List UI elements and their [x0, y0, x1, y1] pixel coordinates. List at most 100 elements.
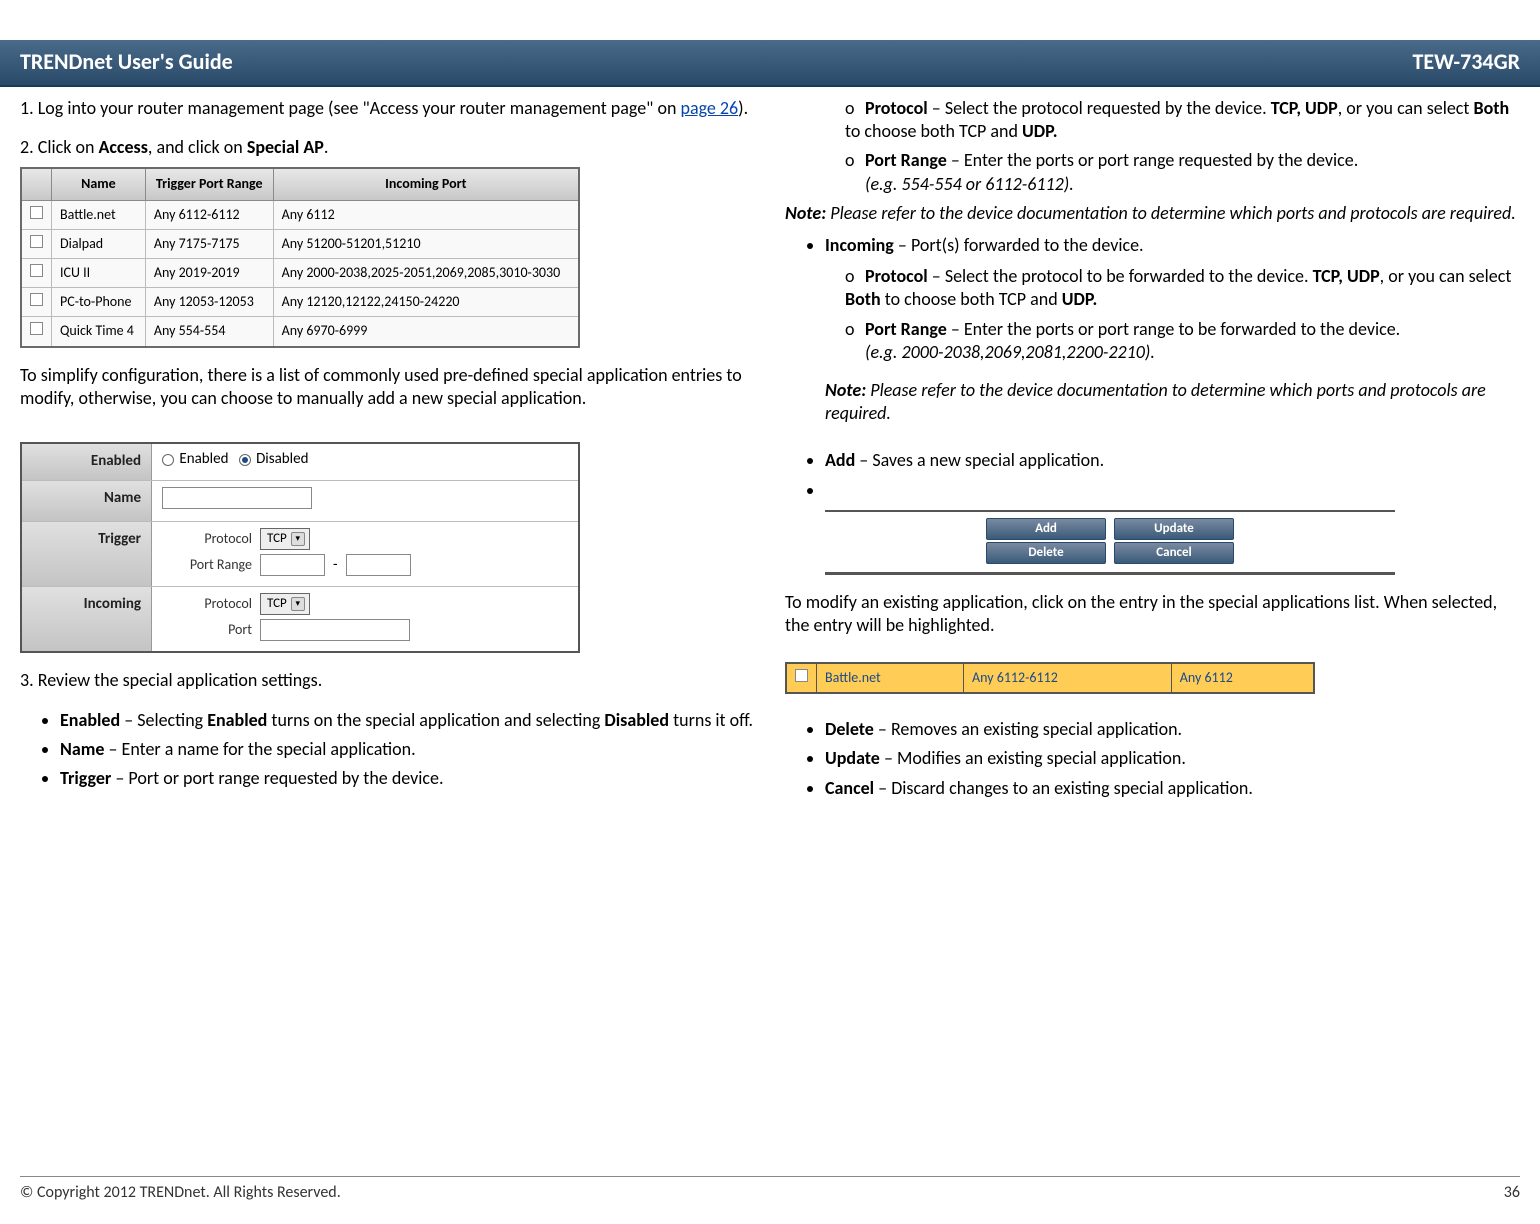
footer: © Copyright 2012 TRENDnet. All Rights Re…	[20, 1176, 1520, 1204]
col-trigger: Trigger Port Range	[145, 168, 273, 200]
add-bullets: Add – Saves a new special application.	[785, 449, 1520, 502]
cell-name: Quick Time 4	[52, 317, 146, 347]
row-checkbox[interactable]	[30, 235, 43, 248]
cell-trigger: Any 6112-6112	[145, 200, 273, 229]
cell-incoming: Any 12120,12122,24150-24220	[273, 288, 579, 317]
bullet-cancel: Cancel – Discard changes to an existing …	[825, 777, 1520, 800]
cell-trigger: Any 7175-7175	[145, 229, 273, 258]
bullet-enabled: Enabled – Selecting Enabled turns on the…	[60, 709, 755, 732]
cell-trigger: Any 2019-2019	[145, 258, 273, 287]
chevron-down-icon: ▾	[291, 532, 305, 546]
enabled-opt1: Enabled	[179, 450, 228, 468]
enabled-label: Enabled	[22, 444, 152, 480]
cell-incoming: Any 51200-51201,51210	[273, 229, 579, 258]
cancel-button[interactable]: Cancel	[1114, 542, 1234, 564]
row-checkbox[interactable]	[30, 206, 43, 219]
table-row[interactable]: Battle.net Any 6112-6112 Any 6112	[786, 663, 1314, 693]
step3-text: 3. Review the special application settin…	[20, 669, 755, 692]
step1-part-b: ).	[738, 97, 748, 119]
subitem-portrange: oPort Range – Enter the ports or port ra…	[845, 149, 1520, 196]
trigger-protocol-label: Protocol	[162, 530, 252, 548]
select-value: TCP	[267, 596, 287, 613]
trigger-portrange-label: Port Range	[162, 556, 252, 574]
special-ap-form: Enabled Enabled Disabled Name Trigger Pr…	[20, 442, 580, 653]
content-columns: 1. Log into your router management page …	[0, 87, 1540, 809]
chevron-down-icon: ▾	[291, 597, 305, 611]
disabled-radio[interactable]	[239, 454, 251, 466]
cell-name: Dialpad	[52, 229, 146, 258]
cell-incoming: Any 6112	[273, 200, 579, 229]
bullet-add: Add – Saves a new special application.	[825, 449, 1520, 472]
update-button[interactable]: Update	[1114, 518, 1234, 540]
cell-trigger: Any 6112-6112	[964, 663, 1172, 693]
select-value: TCP	[267, 531, 287, 548]
cell-name: ICU II	[52, 258, 146, 287]
subitem-protocol: oProtocol – Select the protocol requeste…	[845, 97, 1520, 144]
right-column: oProtocol – Select the protocol requeste…	[785, 97, 1520, 809]
delete-button[interactable]: Delete	[986, 542, 1106, 564]
col-checkbox	[21, 168, 52, 200]
cell-name: Battle.net	[817, 663, 964, 693]
row-checkbox[interactable]	[795, 669, 808, 682]
settings-bullets: Enabled – Selecting Enabled turns on the…	[20, 709, 755, 791]
step1-part-a: 1. Log into your router management page …	[20, 97, 680, 119]
step2-access: Access	[98, 136, 147, 158]
incoming-protocol-label: Protocol	[162, 595, 252, 613]
subitem-incoming-portrange: oPort Range – Enter the ports or port ra…	[845, 318, 1520, 365]
incoming-protocol-select[interactable]: TCP ▾	[260, 593, 310, 615]
step2-e: .	[324, 136, 329, 158]
left-column: 1. Log into your router management page …	[20, 97, 755, 809]
copyright-text: © Copyright 2012 TRENDnet. All Rights Re…	[20, 1183, 341, 1204]
incoming-label: Incoming	[22, 587, 152, 651]
table-row[interactable]: DialpadAny 7175-7175Any 51200-51201,5121…	[21, 229, 579, 258]
bullet-trigger: Trigger – Port or port range requested b…	[60, 767, 755, 790]
enabled-opt2: Disabled	[256, 450, 308, 468]
cell-name: PC-to-Phone	[52, 288, 146, 317]
enabled-field: Enabled Disabled	[152, 444, 578, 480]
header-bar: TRENDnet User's Guide TEW-734GR	[0, 40, 1540, 87]
bullet-name: Name – Enter a name for the special appl…	[60, 738, 755, 761]
cell-trigger: Any 12053-12053	[145, 288, 273, 317]
name-label: Name	[22, 481, 152, 522]
incoming-port-input[interactable]	[260, 619, 410, 641]
trigger-sublist: oProtocol – Select the protocol requeste…	[785, 97, 1520, 197]
incoming-sublist: oProtocol – Select the protocol to be fo…	[785, 265, 1520, 365]
page-26-link[interactable]: page 26	[680, 97, 738, 119]
trigger-protocol-select[interactable]: TCP ▾	[260, 528, 310, 550]
step1-text: 1. Log into your router management page …	[20, 97, 755, 120]
incoming-bullets: Incoming – Port(s) forwarded to the devi…	[785, 234, 1520, 257]
button-bar-panel: Add Update Delete Cancel	[825, 510, 1395, 575]
subitem-incoming-protocol: oProtocol – Select the protocol to be fo…	[845, 265, 1520, 312]
page-number: 36	[1504, 1183, 1520, 1204]
bullet-update: Update – Modifies an existing special ap…	[825, 747, 1520, 770]
incoming-port-label: Port	[162, 621, 252, 639]
row-checkbox[interactable]	[30, 264, 43, 277]
row-checkbox[interactable]	[30, 293, 43, 306]
trigger-port-to[interactable]	[346, 554, 411, 576]
trigger-label: Trigger	[22, 522, 152, 586]
table-row[interactable]: Battle.netAny 6112-6112Any 6112	[21, 200, 579, 229]
row-checkbox[interactable]	[30, 322, 43, 335]
table-row[interactable]: Quick Time 4Any 554-554Any 6970-6999	[21, 317, 579, 347]
step2-c: , and click on	[148, 136, 247, 158]
cell-trigger: Any 554-554	[145, 317, 273, 347]
table-row[interactable]: ICU IIAny 2019-2019Any 2000-2038,2025-20…	[21, 258, 579, 287]
trigger-port-from[interactable]	[260, 554, 325, 576]
bullet-delete: Delete – Removes an existing special app…	[825, 718, 1520, 741]
bullet-empty	[825, 479, 1520, 502]
note1: Note: Please refer to the device documen…	[785, 202, 1520, 225]
cell-name: Battle.net	[52, 200, 146, 229]
col-incoming: Incoming Port	[273, 168, 579, 200]
step2-specialap: Special AP	[247, 136, 324, 158]
name-input[interactable]	[162, 487, 312, 509]
add-button[interactable]: Add	[986, 518, 1106, 540]
table-row[interactable]: PC-to-PhoneAny 12053-12053Any 12120,1212…	[21, 288, 579, 317]
step2-text: 2. Click on Access, and click on Special…	[20, 136, 755, 159]
enabled-radio[interactable]	[162, 454, 174, 466]
special-ap-table: Name Trigger Port Range Incoming Port Ba…	[20, 167, 580, 347]
modify-text: To modify an existing application, click…	[785, 591, 1520, 638]
cell-incoming: Any 6112	[1171, 663, 1314, 693]
bullet-incoming: Incoming – Port(s) forwarded to the devi…	[825, 234, 1520, 257]
note2: Note: Please refer to the device documen…	[785, 379, 1520, 426]
col-name: Name	[52, 168, 146, 200]
